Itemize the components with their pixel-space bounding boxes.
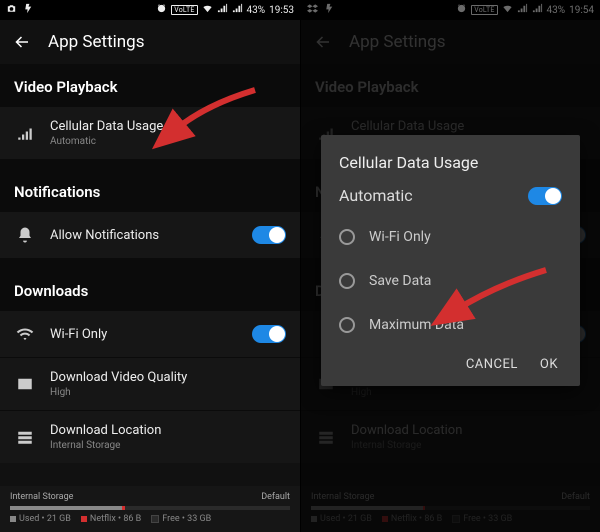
ok-button[interactable]: OK [540, 357, 558, 372]
dialog-option-maximum-data[interactable]: Maximum Data [339, 303, 562, 347]
section-downloads-header: Downloads [0, 268, 300, 310]
option-label: Wi-Fi Only [369, 229, 431, 245]
clock: 19:53 [269, 5, 294, 16]
legend-free: Free • 33 GB [151, 514, 211, 524]
wifi-icon [202, 3, 213, 17]
row-cellular-data[interactable]: Cellular Data Usage Automatic [0, 106, 300, 159]
wifi-only-toggle[interactable] [252, 325, 286, 343]
alarm-icon [156, 3, 167, 17]
row-download-location[interactable]: Download Location Internal Storage [0, 410, 300, 463]
dialog-title: Cellular Data Usage [339, 153, 562, 172]
wifi-only-label: Wi-Fi Only [50, 327, 107, 342]
app-bar: App Settings [0, 20, 300, 64]
row-allow-notifications[interactable]: Allow Notifications [0, 211, 300, 258]
row-download-quality[interactable]: Download Video Quality High [0, 357, 300, 410]
option-label: Maximum Data [369, 317, 464, 333]
camera-icon [6, 3, 17, 17]
quality-icon [14, 373, 36, 395]
row-wifi-only[interactable]: Wi-Fi Only [0, 310, 300, 357]
signal-icon [217, 3, 228, 17]
allow-notifications-toggle[interactable] [252, 226, 286, 244]
download-quality-sub: High [50, 387, 187, 398]
section-notifications-header: Notifications [0, 169, 300, 211]
radio-icon [339, 317, 355, 333]
cellular-label: Cellular Data Usage [50, 119, 163, 134]
back-button[interactable] [10, 30, 34, 54]
signal-icon-2 [232, 3, 243, 17]
cellular-data-dialog: Cellular Data Usage Automatic Wi-Fi Only… [321, 135, 580, 386]
status-bar: VoLTE 43% 19:53 [0, 0, 300, 20]
dialog-option-wifi-only[interactable]: Wi-Fi Only [339, 215, 562, 259]
signal-bars-icon [14, 122, 36, 144]
dialog-option-save-data[interactable]: Save Data [339, 259, 562, 303]
option-label: Save Data [369, 273, 431, 289]
wifi-icon [14, 323, 36, 345]
bolt-icon [23, 3, 34, 17]
dialog-automatic-label: Automatic [339, 186, 413, 205]
section-video-header: Video Playback [0, 64, 300, 106]
page-title: App Settings [48, 32, 144, 52]
storage-meter [10, 506, 290, 510]
legend-used: Used • 21 GB [10, 514, 71, 524]
radio-icon [339, 229, 355, 245]
battery-pct: 43% [247, 5, 266, 16]
volte-badge: VoLTE [171, 5, 197, 15]
storage-bar: Internal Storage Default Used • 21 GB Ne… [0, 486, 300, 532]
download-location-sub: Internal Storage [50, 440, 161, 451]
download-quality-label: Download Video Quality [50, 370, 187, 385]
cellular-sub: Automatic [50, 136, 163, 147]
allow-notifications-label: Allow Notifications [50, 228, 159, 243]
radio-icon [339, 273, 355, 289]
bell-icon [14, 224, 36, 246]
storage-icon [14, 426, 36, 448]
cancel-button[interactable]: CANCEL [466, 357, 518, 372]
phone-right: VoLTE 43% 19:54 App Settings Video Playb… [300, 0, 600, 532]
dialog-automatic-toggle[interactable] [528, 187, 562, 205]
legend-netflix: Netflix • 86 B [81, 514, 141, 524]
phone-left: VoLTE 43% 19:53 App Settings Video Playb… [0, 0, 300, 532]
storage-name: Internal Storage [10, 492, 73, 502]
download-location-label: Download Location [50, 423, 161, 438]
storage-default: Default [261, 492, 290, 502]
